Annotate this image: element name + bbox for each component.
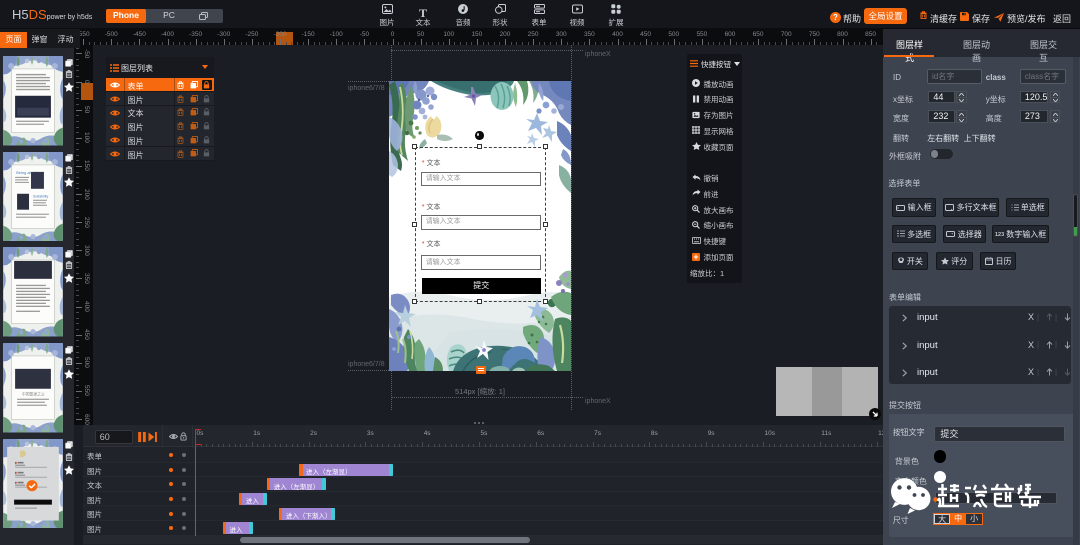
svg-text:Suitability: Suitability — [33, 194, 49, 198]
svg-text:中国氢弹之父: 中国氢弹之父 — [22, 392, 45, 397]
svg-text:123: 123 — [995, 232, 1004, 237]
